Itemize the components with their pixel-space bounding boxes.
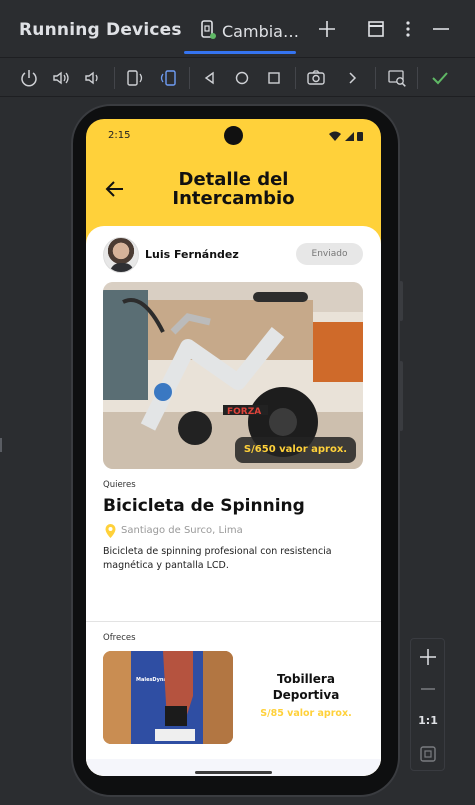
screenshot-icon[interactable]	[306, 68, 326, 88]
page-title-line1: Detalle del	[178, 169, 289, 190]
ide-title-bar: Running Devices Cambia…	[0, 0, 475, 58]
rotate-left-icon[interactable]	[125, 68, 145, 88]
more-options-icon[interactable]	[397, 18, 419, 40]
offered-item-title-line2: Deportiva	[272, 688, 340, 702]
inspect-icon[interactable]	[387, 68, 407, 88]
gesture-nav-bar	[86, 759, 381, 776]
check-icon[interactable]	[430, 68, 450, 88]
wanted-item-description: Bicicleta de spinning profesional con re…	[103, 546, 332, 571]
status-icons	[329, 131, 363, 141]
location-pin-icon	[105, 524, 116, 538]
fit-screen-icon[interactable]	[417, 743, 439, 765]
offered-item-title-line1: Tobillera	[277, 672, 335, 686]
phone-side-button	[399, 281, 403, 321]
zoom-in-icon[interactable]	[417, 646, 439, 668]
wanted-item-location: Santiago de Surco, Lima	[103, 524, 363, 538]
tab-device[interactable]: Cambia…	[184, 14, 299, 54]
wanted-item-title: Bicicleta de Spinning	[103, 496, 305, 516]
wanted-price-pill: S/650 valor aprox.	[235, 437, 356, 463]
zoom-out-icon[interactable]	[417, 678, 439, 700]
owner-row: Luis Fernández Enviado	[103, 237, 363, 273]
toolbar-separator	[417, 67, 418, 89]
ankle-brace-image: MalesDynamic	[103, 651, 233, 744]
tab-label: Cambia…	[222, 22, 299, 41]
section-divider	[86, 621, 381, 622]
tab-active-indicator	[184, 51, 296, 54]
app-header: Detalle del Intercambio	[86, 153, 381, 228]
want-label: Quieres	[103, 480, 136, 490]
page-title: Detalle del Intercambio	[151, 170, 316, 208]
owner-name: Luis Fernández	[145, 248, 239, 261]
zoom-actual-size[interactable]: 1:1	[417, 714, 439, 727]
add-icon[interactable]	[316, 18, 338, 40]
wanted-item-photo[interactable]: FORZA S/650 valor aprox.	[103, 282, 363, 469]
back-arrow-icon[interactable]	[105, 179, 125, 199]
panel-title: Running Devices	[19, 20, 182, 40]
home-gesture-handle[interactable]	[195, 771, 272, 774]
toolbar-separator	[375, 67, 376, 89]
avatar[interactable]	[103, 237, 139, 273]
back-icon[interactable]	[200, 68, 220, 88]
location-text: Santiago de Surco, Lima	[121, 525, 243, 536]
chevron-right-icon[interactable]	[342, 68, 362, 88]
status-time: 2:15	[108, 130, 131, 141]
splitter-handle[interactable]	[0, 438, 2, 452]
maximize-icon[interactable]	[365, 18, 387, 40]
offered-item-title: Tobillera Deportiva	[246, 671, 366, 703]
overview-icon[interactable]	[264, 68, 284, 88]
device-tab-icon	[201, 20, 216, 39]
volume-down-icon[interactable]	[82, 68, 102, 88]
offered-item-photo[interactable]: MalesDynamic	[103, 651, 233, 744]
page-title-line2: Intercambio	[172, 188, 295, 209]
toolbar-separator	[295, 67, 296, 89]
status-badge: Enviado	[296, 243, 363, 265]
device-toolbar	[0, 59, 475, 97]
android-status-bar: 2:15	[86, 119, 381, 153]
toolbar-separator	[114, 67, 115, 89]
power-icon[interactable]	[19, 68, 39, 88]
minimize-icon[interactable]	[430, 18, 452, 40]
home-icon[interactable]	[232, 68, 252, 88]
bike-brand-label: FORZA	[227, 407, 261, 417]
exchange-detail-card: Luis Fernández Enviado FORZA S/650 valor…	[86, 226, 381, 776]
toolbar-separator	[189, 67, 190, 89]
rotate-right-icon[interactable]	[158, 68, 178, 88]
phone-volume-button	[399, 361, 403, 431]
front-camera	[224, 126, 243, 145]
phone-screen: 2:15 Detalle del Intercambio Luis Fernán…	[86, 119, 381, 776]
offered-item-price: S/85 valor aprox.	[260, 708, 352, 719]
offer-label: Ofreces	[103, 633, 136, 643]
zoom-controls: 1:1	[410, 638, 445, 771]
volume-up-icon[interactable]	[51, 68, 71, 88]
